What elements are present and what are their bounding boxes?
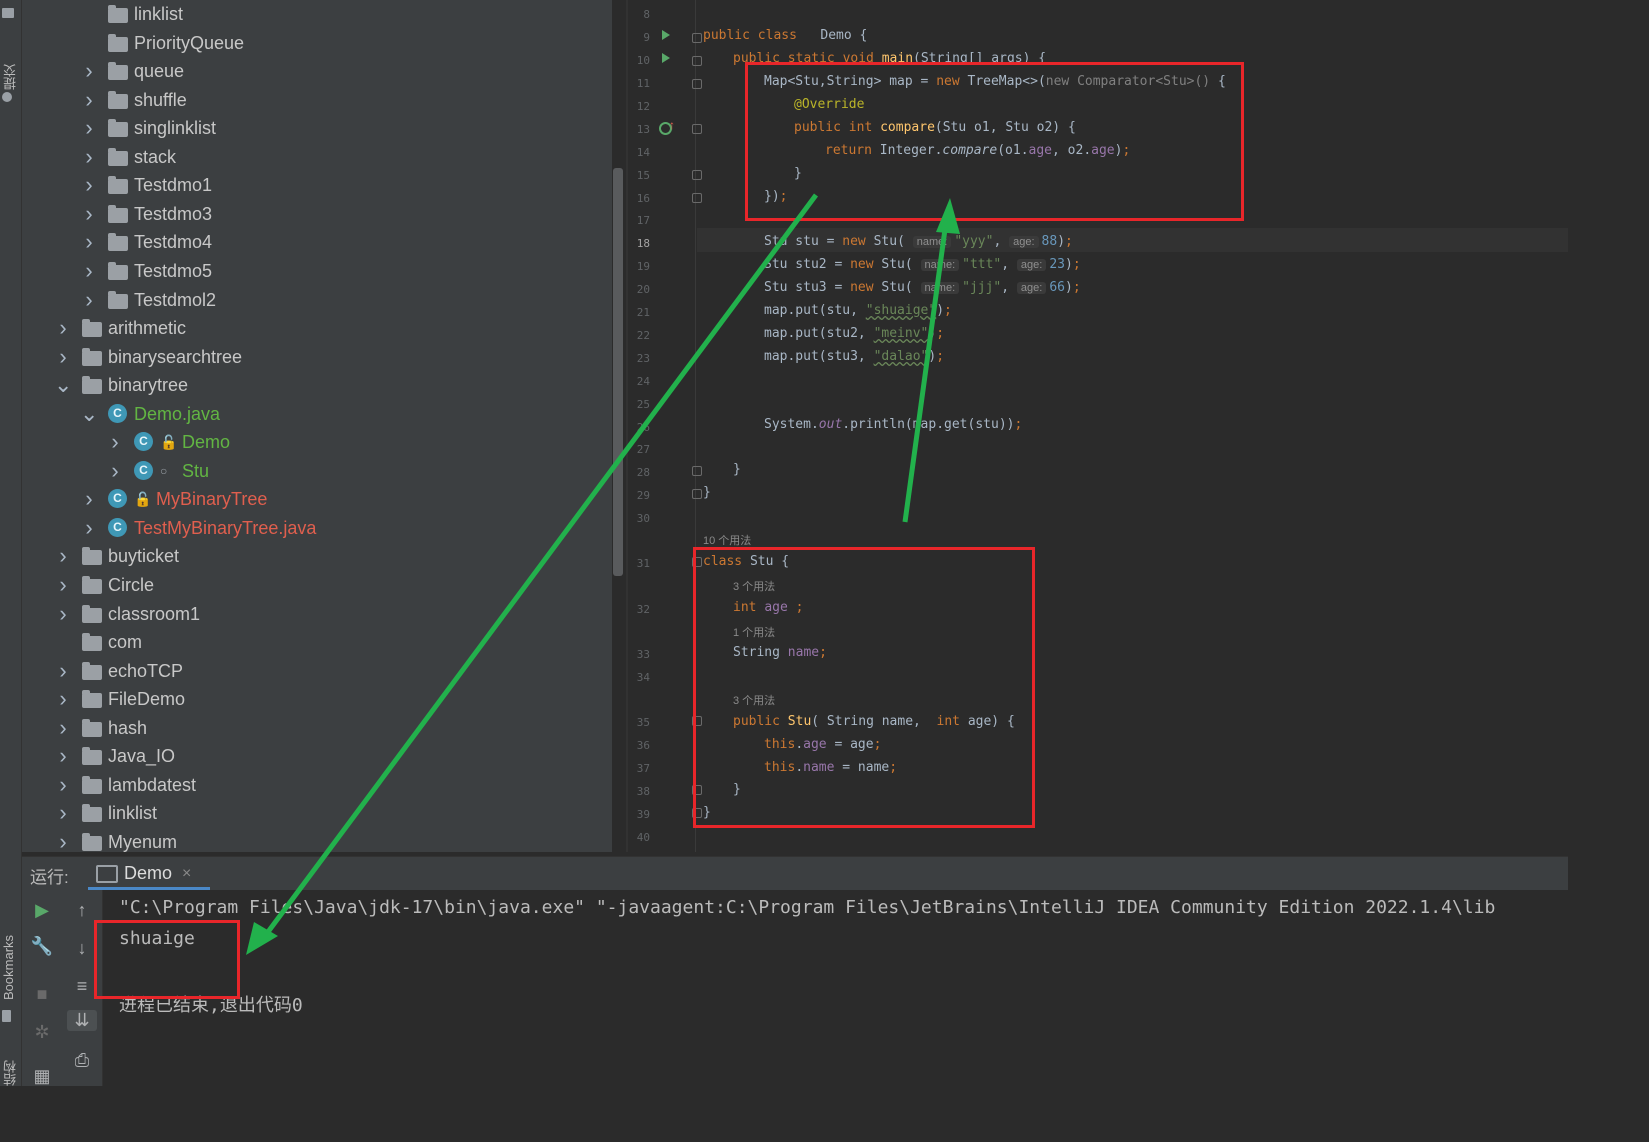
annotation-arrows [246,193,960,955]
arrowhead-comparator [936,198,960,234]
arrow-to-output [259,193,819,942]
arrow-to-comparator [902,221,949,523]
